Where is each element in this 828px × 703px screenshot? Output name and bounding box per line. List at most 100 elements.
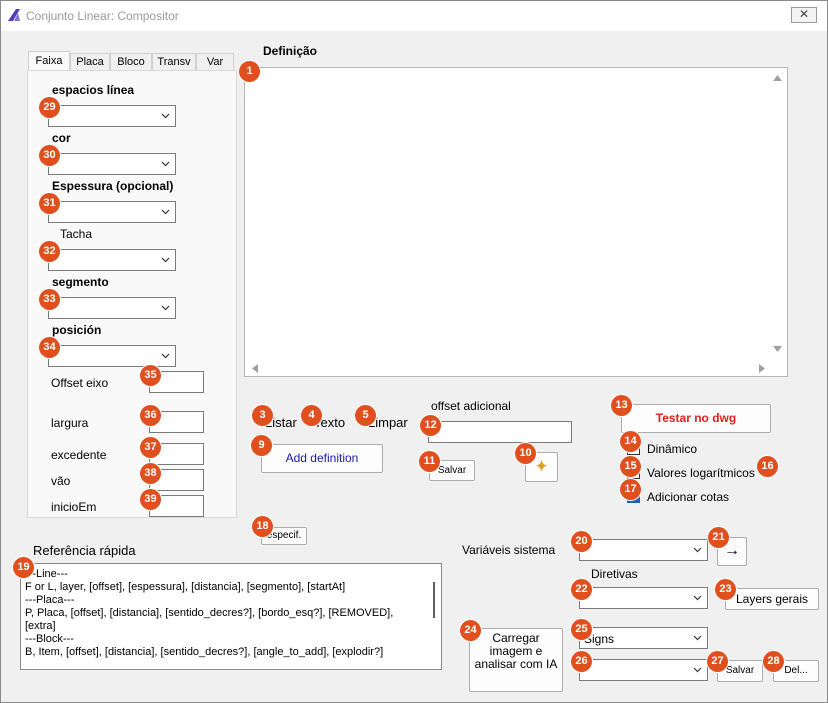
scroll-right-icon[interactable] bbox=[759, 364, 766, 373]
badge-28: 28 bbox=[763, 651, 784, 672]
badge-9: 9 bbox=[251, 435, 272, 456]
offset-eixo-label: Offset eixo bbox=[51, 376, 109, 390]
variaveis-combo[interactable] bbox=[579, 539, 708, 561]
badge-15: 15 bbox=[620, 456, 641, 477]
title-bar: Conjunto Linear: Compositor ✕ bbox=[1, 1, 827, 31]
offset-adicional-label: offset adicional bbox=[431, 399, 511, 413]
badge-19: 19 bbox=[13, 557, 34, 578]
badge-12: 12 bbox=[420, 415, 441, 436]
cor-combo[interactable] bbox=[48, 153, 176, 175]
variaveis-label: Variáveis sistema bbox=[462, 543, 556, 557]
tab-var[interactable]: Var bbox=[196, 53, 234, 71]
scroll-up-icon[interactable] bbox=[773, 74, 782, 81]
ref-line: F or L, layer, [offset], [espessura], [d… bbox=[25, 581, 346, 593]
espessura-combo[interactable] bbox=[48, 201, 176, 223]
chevron-down-icon bbox=[693, 547, 702, 553]
tab-bloco[interactable]: Bloco bbox=[110, 53, 152, 71]
carregar-label: Carregar imagem e analisar com IA bbox=[474, 631, 558, 671]
tab-transv[interactable]: Transv bbox=[152, 53, 196, 71]
add-definition-button[interactable]: Add definition bbox=[261, 444, 383, 473]
chevron-down-icon bbox=[161, 161, 170, 167]
badge-27: 27 bbox=[707, 651, 728, 672]
posicion-combo[interactable] bbox=[48, 345, 176, 367]
badge-26: 26 bbox=[571, 651, 592, 672]
badge-31: 31 bbox=[39, 193, 60, 214]
chevron-down-icon bbox=[693, 635, 702, 641]
badge-25: 25 bbox=[571, 619, 592, 640]
valores-log-label: Valores logarítmicos bbox=[647, 466, 755, 480]
ref-line: ---Placa--- bbox=[25, 594, 75, 606]
badge-5: 5 bbox=[355, 405, 376, 426]
scroll-left-icon[interactable] bbox=[251, 364, 258, 373]
signs-item-combo[interactable] bbox=[579, 659, 708, 681]
vao-label: vão bbox=[51, 474, 71, 488]
badge-38: 38 bbox=[140, 463, 161, 484]
main-window: Conjunto Linear: Compositor ✕ Faixa Plac… bbox=[0, 0, 828, 703]
badge-33: 33 bbox=[39, 289, 60, 310]
badge-32: 32 bbox=[39, 241, 60, 262]
badge-21: 21 bbox=[708, 527, 729, 548]
carregar-imagem-button[interactable]: Carregar imagem e analisar com IA bbox=[469, 628, 563, 692]
badge-22: 22 bbox=[571, 579, 592, 600]
badge-34: 34 bbox=[39, 337, 60, 358]
badge-11: 11 bbox=[419, 451, 440, 472]
badge-24: 24 bbox=[460, 620, 481, 641]
diretivas-combo[interactable] bbox=[579, 587, 708, 609]
signs-combo[interactable]: Signs bbox=[579, 627, 708, 649]
ref-line: ---Line--- bbox=[25, 568, 68, 580]
close-button[interactable]: ✕ bbox=[791, 7, 817, 23]
referencia-title: Referência rápida bbox=[33, 543, 136, 558]
dinamico-label: Dinâmico bbox=[647, 442, 698, 456]
tab-placa[interactable]: Placa bbox=[70, 53, 110, 71]
badge-16: 16 bbox=[757, 456, 778, 477]
ref-line: ---Block--- bbox=[25, 633, 74, 645]
chevron-down-icon bbox=[161, 209, 170, 215]
referencia-box[interactable]: ---Line--- F or L, layer, [offset], [esp… bbox=[20, 563, 442, 670]
badge-17: 17 bbox=[620, 479, 641, 500]
window-title: Conjunto Linear: Compositor bbox=[26, 9, 179, 23]
badge-29: 29 bbox=[39, 97, 60, 118]
espacios-label: espacios línea bbox=[52, 83, 135, 97]
segmento-combo[interactable] bbox=[48, 297, 176, 319]
chevron-down-icon bbox=[693, 595, 702, 601]
badge-36: 36 bbox=[140, 405, 161, 426]
badge-37: 37 bbox=[140, 437, 161, 458]
badge-23: 23 bbox=[715, 579, 736, 600]
cor-label: cor bbox=[52, 131, 71, 145]
definition-textarea[interactable] bbox=[244, 67, 788, 377]
testar-dwg-button[interactable]: Testar no dwg bbox=[621, 404, 771, 433]
diretivas-label: Diretivas bbox=[591, 567, 638, 581]
app-logo-icon bbox=[8, 9, 20, 21]
scroll-down-icon[interactable] bbox=[773, 346, 782, 353]
badge-14: 14 bbox=[620, 431, 641, 452]
tacha-label: Tacha bbox=[60, 227, 93, 241]
badge-30: 30 bbox=[39, 145, 60, 166]
chevron-down-icon bbox=[161, 305, 170, 311]
ref-line: P, Placa, [offset], [distancia], [sentid… bbox=[25, 607, 394, 632]
badge-3: 3 bbox=[252, 405, 273, 426]
badge-35: 35 bbox=[140, 365, 161, 386]
badge-20: 20 bbox=[571, 531, 592, 552]
layers-gerais-button[interactable]: Layers gerais bbox=[725, 588, 819, 610]
badge-18: 18 bbox=[252, 516, 273, 537]
tacha-combo[interactable] bbox=[48, 249, 176, 271]
excedente-label: excedente bbox=[51, 448, 107, 462]
espessura-label: Espessura (opcional) bbox=[52, 179, 174, 193]
largura-label: largura bbox=[51, 416, 89, 430]
chevron-down-icon bbox=[161, 113, 170, 119]
badge-4: 4 bbox=[301, 405, 322, 426]
adicionar-cotas-label: Adicionar cotas bbox=[647, 490, 730, 504]
espacios-combo[interactable] bbox=[48, 105, 176, 127]
posicion-label: posición bbox=[52, 323, 102, 337]
segmento-label: segmento bbox=[52, 275, 109, 289]
chevron-down-icon bbox=[161, 257, 170, 263]
badge-39: 39 bbox=[140, 489, 161, 510]
offset-adicional-input[interactable] bbox=[428, 421, 572, 443]
ref-scrollbar[interactable] bbox=[433, 582, 435, 618]
ref-line: B, Item, [offset], [distancia], [sentido… bbox=[25, 646, 384, 658]
tab-faixa[interactable]: Faixa bbox=[28, 51, 70, 70]
badge-13: 13 bbox=[611, 395, 632, 416]
badge-1: 1 bbox=[239, 61, 260, 82]
definicao-title: Definição bbox=[263, 44, 318, 58]
badge-10: 10 bbox=[515, 443, 536, 464]
